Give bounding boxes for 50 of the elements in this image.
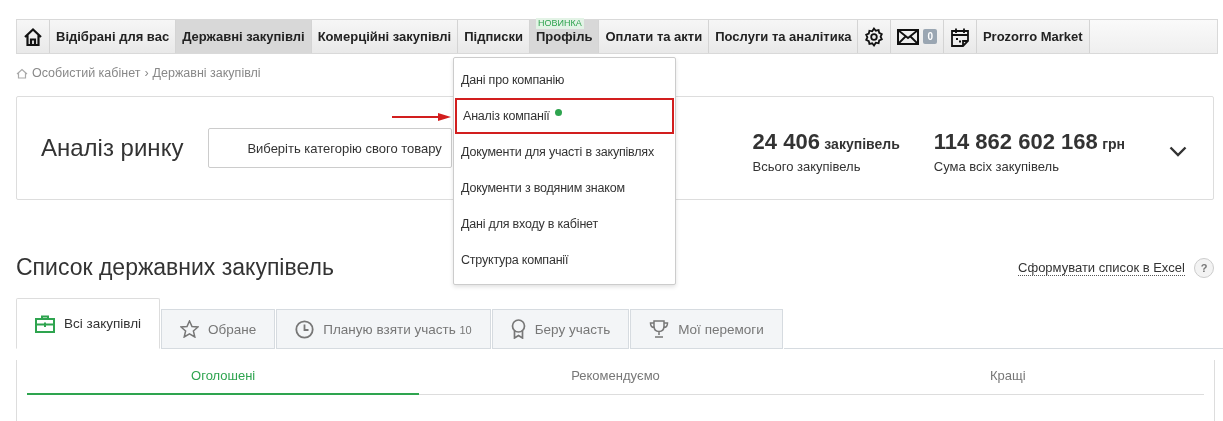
tab[interactable]: Беру участь	[491, 309, 630, 349]
settings-icon	[864, 26, 885, 47]
mail-icon	[897, 28, 920, 45]
nav-item[interactable]: Державні закупівлі	[176, 20, 312, 53]
stat-caption: Сума всіх закупівель	[933, 158, 1060, 174]
nav-item[interactable]: Оплати та акти	[599, 20, 710, 53]
nav-item[interactable]: Послуги та аналітика	[709, 20, 859, 53]
breadcrumb-separator: ›	[144, 66, 149, 80]
category-select-button[interactable]: Виберіть категорію свого товару	[208, 128, 453, 168]
annotation-arrow	[392, 112, 452, 122]
calendar-icon	[949, 26, 970, 47]
chevron-down-icon[interactable]	[1169, 145, 1187, 157]
tab[interactable]: Обране	[161, 309, 276, 349]
star-icon	[180, 320, 200, 338]
new-badge: НОВИНКА	[536, 18, 584, 29]
menu-item[interactable]: Документи для участі в закупівлях	[454, 134, 675, 170]
tab[interactable]: Планую взяти участь 10	[276, 309, 491, 349]
tab[interactable]: Всі закупівлі	[16, 298, 161, 349]
card-title: Аналіз ринку	[41, 134, 184, 162]
home-icon	[23, 26, 43, 47]
clock-icon	[295, 319, 315, 339]
excel-export-link[interactable]: Сформувати список в Excel	[1018, 259, 1185, 276]
menu-item[interactable]: Структура компанії	[454, 242, 675, 278]
menu-item[interactable]: Дані про компанію	[454, 62, 675, 98]
sub-tab[interactable]: Рекомендуємо	[419, 360, 812, 395]
breadcrumb-link[interactable]: Особистий кабінет	[32, 66, 141, 80]
help-button[interactable]: ?	[1194, 257, 1214, 278]
nav-item[interactable]: Prozorro Market	[976, 20, 1090, 53]
menu-item[interactable]: Дані для входу в кабінет	[454, 206, 675, 242]
nav-item[interactable]: Комерційні закупівлі	[311, 20, 459, 53]
list-title: Список державних закупівель	[16, 254, 334, 281]
trophy-icon	[649, 320, 670, 338]
stat-caption: Всього закупівель	[752, 158, 862, 174]
medal-icon	[510, 319, 526, 339]
nav-item[interactable]: Підписки	[458, 20, 530, 53]
stat-value: 114 862 602 168 грн	[933, 128, 1125, 155]
sub-tab[interactable]: Кращі	[811, 360, 1204, 395]
settings-nav-button[interactable]	[858, 20, 892, 53]
message-count: 0	[923, 29, 937, 44]
menu-item[interactable]: Документи з водяним знаком	[454, 170, 675, 206]
home-nav-button[interactable]	[17, 20, 50, 53]
menu-item[interactable]: Аналіз компанії	[455, 98, 674, 134]
briefcase-icon	[35, 314, 55, 333]
home-icon	[16, 67, 28, 79]
tab[interactable]: Мої перемоги	[630, 309, 783, 349]
calendar-nav-button[interactable]	[943, 20, 977, 53]
breadcrumb-link[interactable]: Державні закупівлі	[152, 66, 261, 80]
stat-value: 24 406 закупівель	[752, 128, 900, 155]
nav-item[interactable]: НОВИНКА Профіль	[530, 20, 600, 53]
nav-item[interactable]: Відібрані для вас	[50, 20, 177, 53]
